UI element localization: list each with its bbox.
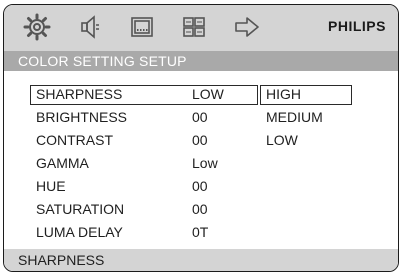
menu-item-hue[interactable]: HUE 00 [30, 177, 260, 197]
brand-logo: PHILIPS [328, 18, 386, 34]
option-label: LOW [266, 132, 298, 148]
menu-item-gamma[interactable]: GAMMA Low [30, 154, 260, 174]
screen-icon[interactable] [125, 12, 159, 42]
title-bar: COLOR SETTING SETUP [4, 51, 398, 71]
menu-item-contrast[interactable]: CONTRAST 00 [30, 131, 260, 151]
osd-panel: PHILIPS COLOR SETTING SETUP SHARPNESS LO… [3, 4, 399, 272]
page-title: COLOR SETTING SETUP [18, 53, 187, 69]
speaker-icon[interactable] [72, 12, 106, 42]
menu-item-value: 00 [192, 132, 208, 148]
toolbar: PHILIPS [4, 5, 398, 51]
menu-item-label: SATURATION [36, 201, 125, 217]
option-high[interactable]: HIGH [260, 85, 352, 105]
menu-item-value: 00 [192, 109, 208, 125]
menu-item-value: 00 [192, 178, 208, 194]
grid-icon[interactable] [177, 12, 211, 42]
settings-menu: SHARPNESS LOW BRIGHTNESS 00 CONTRAST 00 … [4, 71, 398, 253]
menu-item-label: GAMMA [36, 155, 89, 171]
gear-icon[interactable] [20, 12, 54, 42]
option-label: HIGH [266, 86, 301, 102]
option-low[interactable]: LOW [260, 131, 352, 151]
option-medium[interactable]: MEDIUM [260, 108, 352, 128]
menu-item-value: Low [192, 155, 218, 171]
status-bar: SHARPNESS [4, 249, 398, 271]
menu-item-label: SHARPNESS [36, 86, 123, 102]
menu-item-saturation[interactable]: SATURATION 00 [30, 200, 260, 220]
menu-item-label: CONTRAST [36, 132, 113, 148]
menu-item-sharpness[interactable]: SHARPNESS LOW [30, 85, 258, 105]
exit-arrow-icon[interactable] [230, 12, 264, 42]
status-text: SHARPNESS [18, 252, 105, 268]
menu-item-label: LUMA DELAY [36, 224, 123, 240]
menu-item-label: HUE [36, 178, 66, 194]
menu-item-luma-delay[interactable]: LUMA DELAY 0T [30, 223, 260, 243]
option-label: MEDIUM [266, 109, 323, 125]
menu-item-brightness[interactable]: BRIGHTNESS 00 [30, 108, 260, 128]
menu-item-value: 00 [192, 201, 208, 217]
menu-item-value: 0T [192, 224, 209, 240]
menu-item-label: BRIGHTNESS [36, 109, 128, 125]
menu-item-value: LOW [192, 86, 224, 102]
